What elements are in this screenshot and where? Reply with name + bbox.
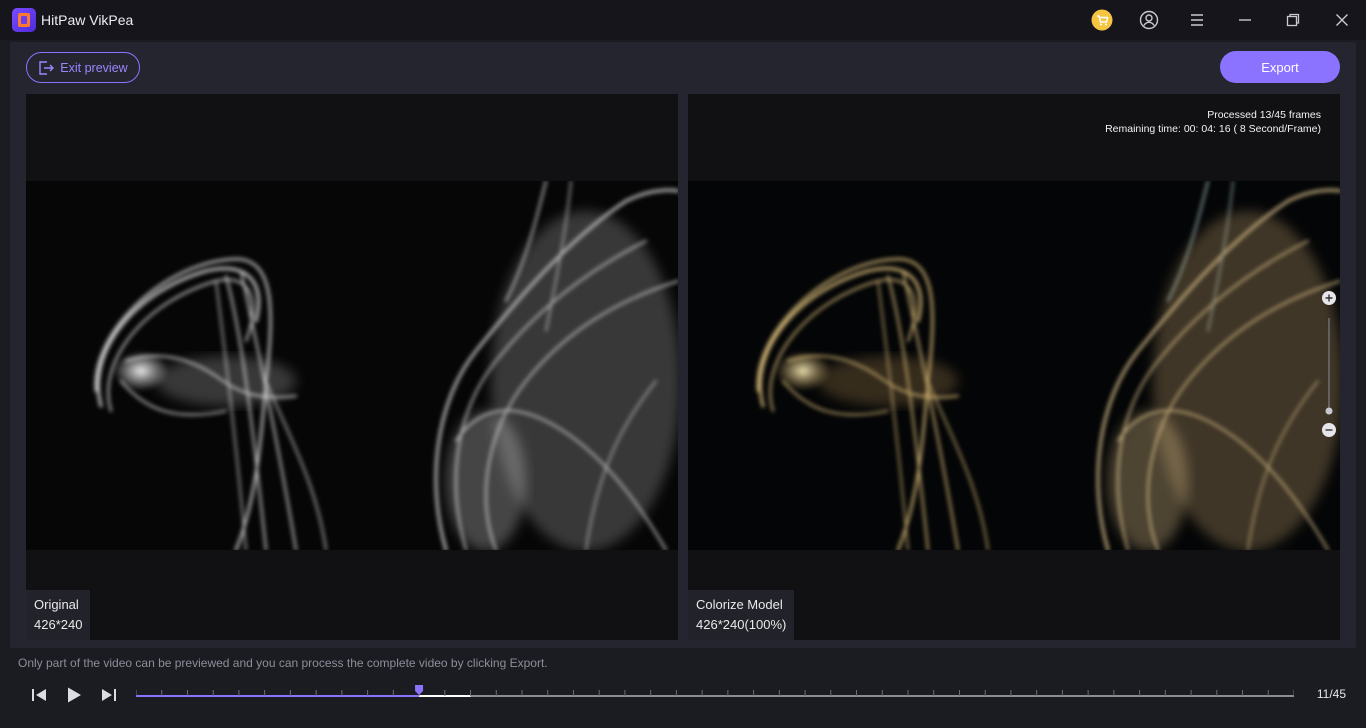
processed-title: Colorize Model [696, 597, 783, 612]
play-icon [68, 687, 81, 703]
next-frame-icon [102, 689, 116, 701]
exit-preview-button[interactable]: Exit preview [26, 52, 140, 83]
menu-icon[interactable] [1185, 8, 1209, 32]
app-title: HitPaw VikPea [41, 12, 134, 28]
playback-timeline[interactable] [136, 681, 1294, 703]
zoom-out-icon[interactable] [1322, 423, 1336, 437]
previous-frame-icon [32, 689, 46, 701]
original-resolution: 426*240 [34, 617, 83, 632]
original-video-frame [26, 181, 678, 550]
timeline-playhead[interactable] [415, 685, 424, 695]
zoom-control [1321, 290, 1337, 438]
export-button[interactable]: Export [1220, 51, 1340, 83]
processed-video-frame [688, 181, 1340, 550]
original-label: Original 426*240 [26, 590, 91, 640]
exit-icon [39, 60, 55, 75]
app-logo [12, 8, 36, 32]
processing-status: Processed 13/45 frames Remaining time: 0… [1105, 108, 1321, 136]
original-view: Original 426*240 [26, 94, 678, 640]
restore-icon[interactable] [1281, 8, 1305, 32]
original-title: Original [34, 597, 79, 612]
processed-label: Colorize Model 426*240(100%) [688, 590, 795, 640]
title-bar: HitPaw VikPea [0, 0, 1366, 40]
frame-counter: 11/45 [1316, 687, 1346, 701]
processed-frames-text: Processed 13/45 frames [1207, 109, 1321, 121]
zoom-slider-handle[interactable] [1325, 407, 1333, 415]
exit-preview-label: Exit preview [60, 60, 128, 75]
zoom-in-icon[interactable] [1322, 291, 1336, 305]
cart-icon[interactable] [1090, 8, 1114, 32]
close-icon[interactable] [1330, 8, 1354, 32]
next-frame-button[interactable] [98, 684, 120, 706]
play-button[interactable] [63, 684, 85, 706]
preview-notice: Only part of the video can be previewed … [18, 656, 548, 670]
previous-frame-button[interactable] [28, 684, 50, 706]
processed-view: Processed 13/45 frames Remaining time: 0… [688, 94, 1340, 640]
account-icon[interactable] [1137, 8, 1161, 32]
minimize-icon[interactable] [1233, 8, 1257, 32]
processed-resolution: 426*240(100%) [696, 617, 787, 632]
remaining-time-text: Remaining time: 00: 04: 16 ( 8 Second/Fr… [1105, 123, 1321, 135]
